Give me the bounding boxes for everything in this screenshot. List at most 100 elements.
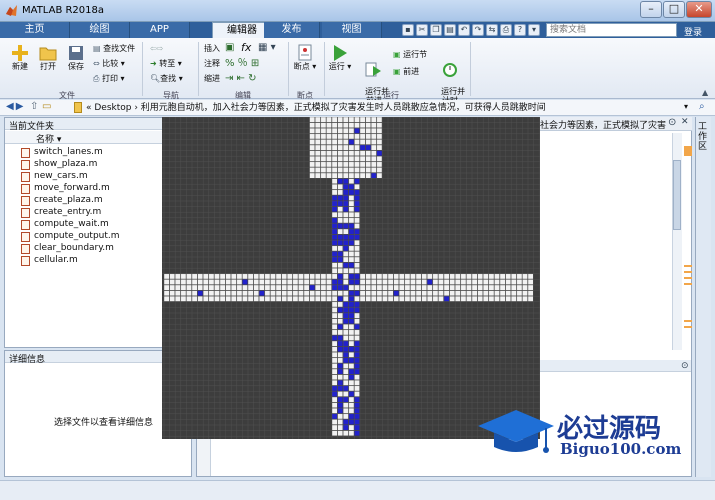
save-button[interactable]: 保存 [64, 44, 88, 71]
empty-cell [343, 167, 349, 173]
quick-undo-icon[interactable]: ↶ [458, 24, 470, 36]
current-path[interactable]: « Desktop › 利用元胞自动机，加入社会力等因素，正式模拟了灾害发生时人… [86, 101, 686, 115]
goto-button[interactable]: ➜ 转至 ▾ [150, 59, 182, 68]
occupied-cell [348, 307, 354, 313]
warning-marker[interactable] [684, 265, 692, 267]
warning-marker[interactable] [684, 277, 692, 279]
file-list-item[interactable]: compute_wait.m [34, 219, 109, 230]
minimize-button[interactable]: – [640, 1, 662, 18]
quick-paste-icon[interactable]: ▤ [444, 24, 456, 36]
quick-save-icon[interactable]: ▪ [402, 24, 414, 36]
run-section-button[interactable]: ▣ 运行节 [393, 50, 427, 59]
fx-button[interactable]: fx [241, 42, 251, 53]
workspace-label[interactable]: 工作区 [698, 122, 708, 152]
occupied-cell [337, 240, 343, 246]
occupied-cell [337, 195, 343, 201]
tab-view[interactable]: 视图 [322, 22, 382, 38]
comment-icon[interactable]: % ％ ⊞ [225, 59, 259, 69]
code-analyzer-indicator[interactable] [684, 146, 692, 156]
quick-copy-icon[interactable]: ❐ [430, 24, 442, 36]
open-button[interactable]: 打开 [36, 44, 60, 71]
up-folder-icon[interactable]: ⇧ [30, 101, 38, 112]
file-list-item[interactable]: show_plaza.m [34, 159, 97, 170]
run-time-button[interactable]: 运行并 计时 [436, 44, 465, 105]
ribbon-collapse-icon[interactable]: ▲ [702, 88, 708, 97]
compare-button[interactable]: ⇔ 比较 ▾ [93, 59, 125, 68]
editor-tab[interactable]: 社会力等因素，正式模拟了灾害... [540, 118, 666, 131]
tab-plots[interactable]: 绘图 [70, 22, 130, 38]
tab-apps[interactable]: APP [130, 22, 190, 38]
quick-cut-icon[interactable]: ✂ [416, 24, 428, 36]
empty-cell [410, 290, 416, 296]
file-list-item[interactable]: compute_output.m [34, 231, 120, 242]
empty-cell [354, 145, 360, 150]
search-input[interactable]: 搜索文档 [546, 23, 677, 37]
quick-switch-icon[interactable]: ⇆ [486, 24, 498, 36]
tab-home[interactable]: 主页 [0, 22, 70, 38]
workspace-panel-tab[interactable] [695, 117, 711, 477]
maximize-button[interactable]: □ [663, 1, 685, 18]
search-path-icon[interactable]: ⌕ [699, 101, 705, 112]
empty-cell [376, 133, 382, 139]
quick-redo-icon[interactable]: ↷ [472, 24, 484, 36]
empty-cell [337, 301, 343, 307]
file-list-item[interactable]: move_forward.m [34, 183, 110, 194]
empty-cell [326, 173, 332, 178]
empty-cell [253, 285, 259, 290]
quick-print-icon[interactable]: ⎙ [500, 24, 512, 36]
run-play-icon [334, 45, 347, 61]
comment-button[interactable]: 注释 [204, 59, 220, 68]
path-dropdown-icon[interactable]: ▾ [684, 102, 688, 111]
file-list-item[interactable]: cellular.m [34, 255, 78, 266]
tab-editor[interactable]: 编辑器 [212, 22, 272, 39]
editor-options-icon[interactable]: ⊙ [668, 117, 676, 128]
back-forward-button[interactable]: ⇦⇨ [150, 44, 163, 53]
breakpoints-button[interactable]: 断点 ▾ [292, 44, 318, 71]
insert-text-icon[interactable]: ▦ ▾ [258, 43, 276, 53]
tab-publish[interactable]: 发布 [264, 22, 320, 38]
close-button[interactable]: ✕ [686, 1, 712, 18]
empty-cell [399, 279, 405, 285]
empty-cell [376, 273, 382, 279]
file-list-item[interactable]: create_entry.m [34, 207, 101, 218]
file-list-item[interactable]: create_plaza.m [34, 195, 103, 206]
editor-close-icon[interactable]: ✕ [681, 117, 689, 127]
file-list-item[interactable]: new_cars.m [34, 171, 88, 182]
occupied-cell [332, 217, 337, 223]
browse-folder-icon[interactable]: ▭ [42, 101, 51, 112]
back-forward-icon[interactable]: ◀▶ [6, 101, 25, 112]
find-button[interactable]: 🔍︎查找 ▾ [150, 74, 183, 83]
warning-marker[interactable] [684, 283, 692, 285]
command-window-options-icon[interactable]: ⊙ [681, 361, 689, 371]
insert-section-icon[interactable]: ▣ [225, 43, 234, 53]
find-files-button[interactable]: ▤ 查找文件 [93, 44, 135, 53]
insert-button[interactable]: 插入 [204, 44, 220, 53]
empty-cell [477, 279, 483, 285]
print-button[interactable]: ⎙ 打印 ▾ [93, 74, 125, 83]
empty-cell [522, 285, 528, 290]
warning-marker[interactable] [684, 271, 692, 273]
warning-marker[interactable] [684, 326, 692, 328]
occupied-cell [343, 419, 349, 425]
empty-cell [343, 335, 349, 341]
warning-marker[interactable] [684, 320, 692, 322]
indent-button[interactable]: 缩进 [204, 74, 220, 83]
run-button[interactable]: 运行 ▾ [328, 44, 352, 71]
login-link[interactable]: 登录 [684, 25, 702, 38]
quick-help-icon[interactable]: ? [514, 24, 526, 36]
empty-cell [466, 296, 472, 302]
occupied-cell [348, 279, 354, 285]
quick-dropdown-icon[interactable]: ▾ [528, 24, 540, 36]
file-list-item[interactable]: clear_boundary.m [34, 243, 114, 254]
editor-scroll-thumb[interactable] [673, 160, 681, 230]
empty-cell [180, 285, 186, 290]
advance-button[interactable]: ▣ 前进 [393, 67, 419, 76]
new-button[interactable]: 新建 [8, 44, 32, 71]
empty-cell [343, 290, 349, 296]
empty-cell [315, 296, 321, 302]
indent-icon[interactable]: ⇥ ⇤ ↻ [225, 74, 257, 84]
file-list-item[interactable]: switch_lanes.m [34, 147, 103, 158]
empty-cell [332, 145, 337, 150]
empty-cell [348, 430, 354, 436]
name-column-label[interactable]: 名称 ▾ [36, 132, 61, 145]
